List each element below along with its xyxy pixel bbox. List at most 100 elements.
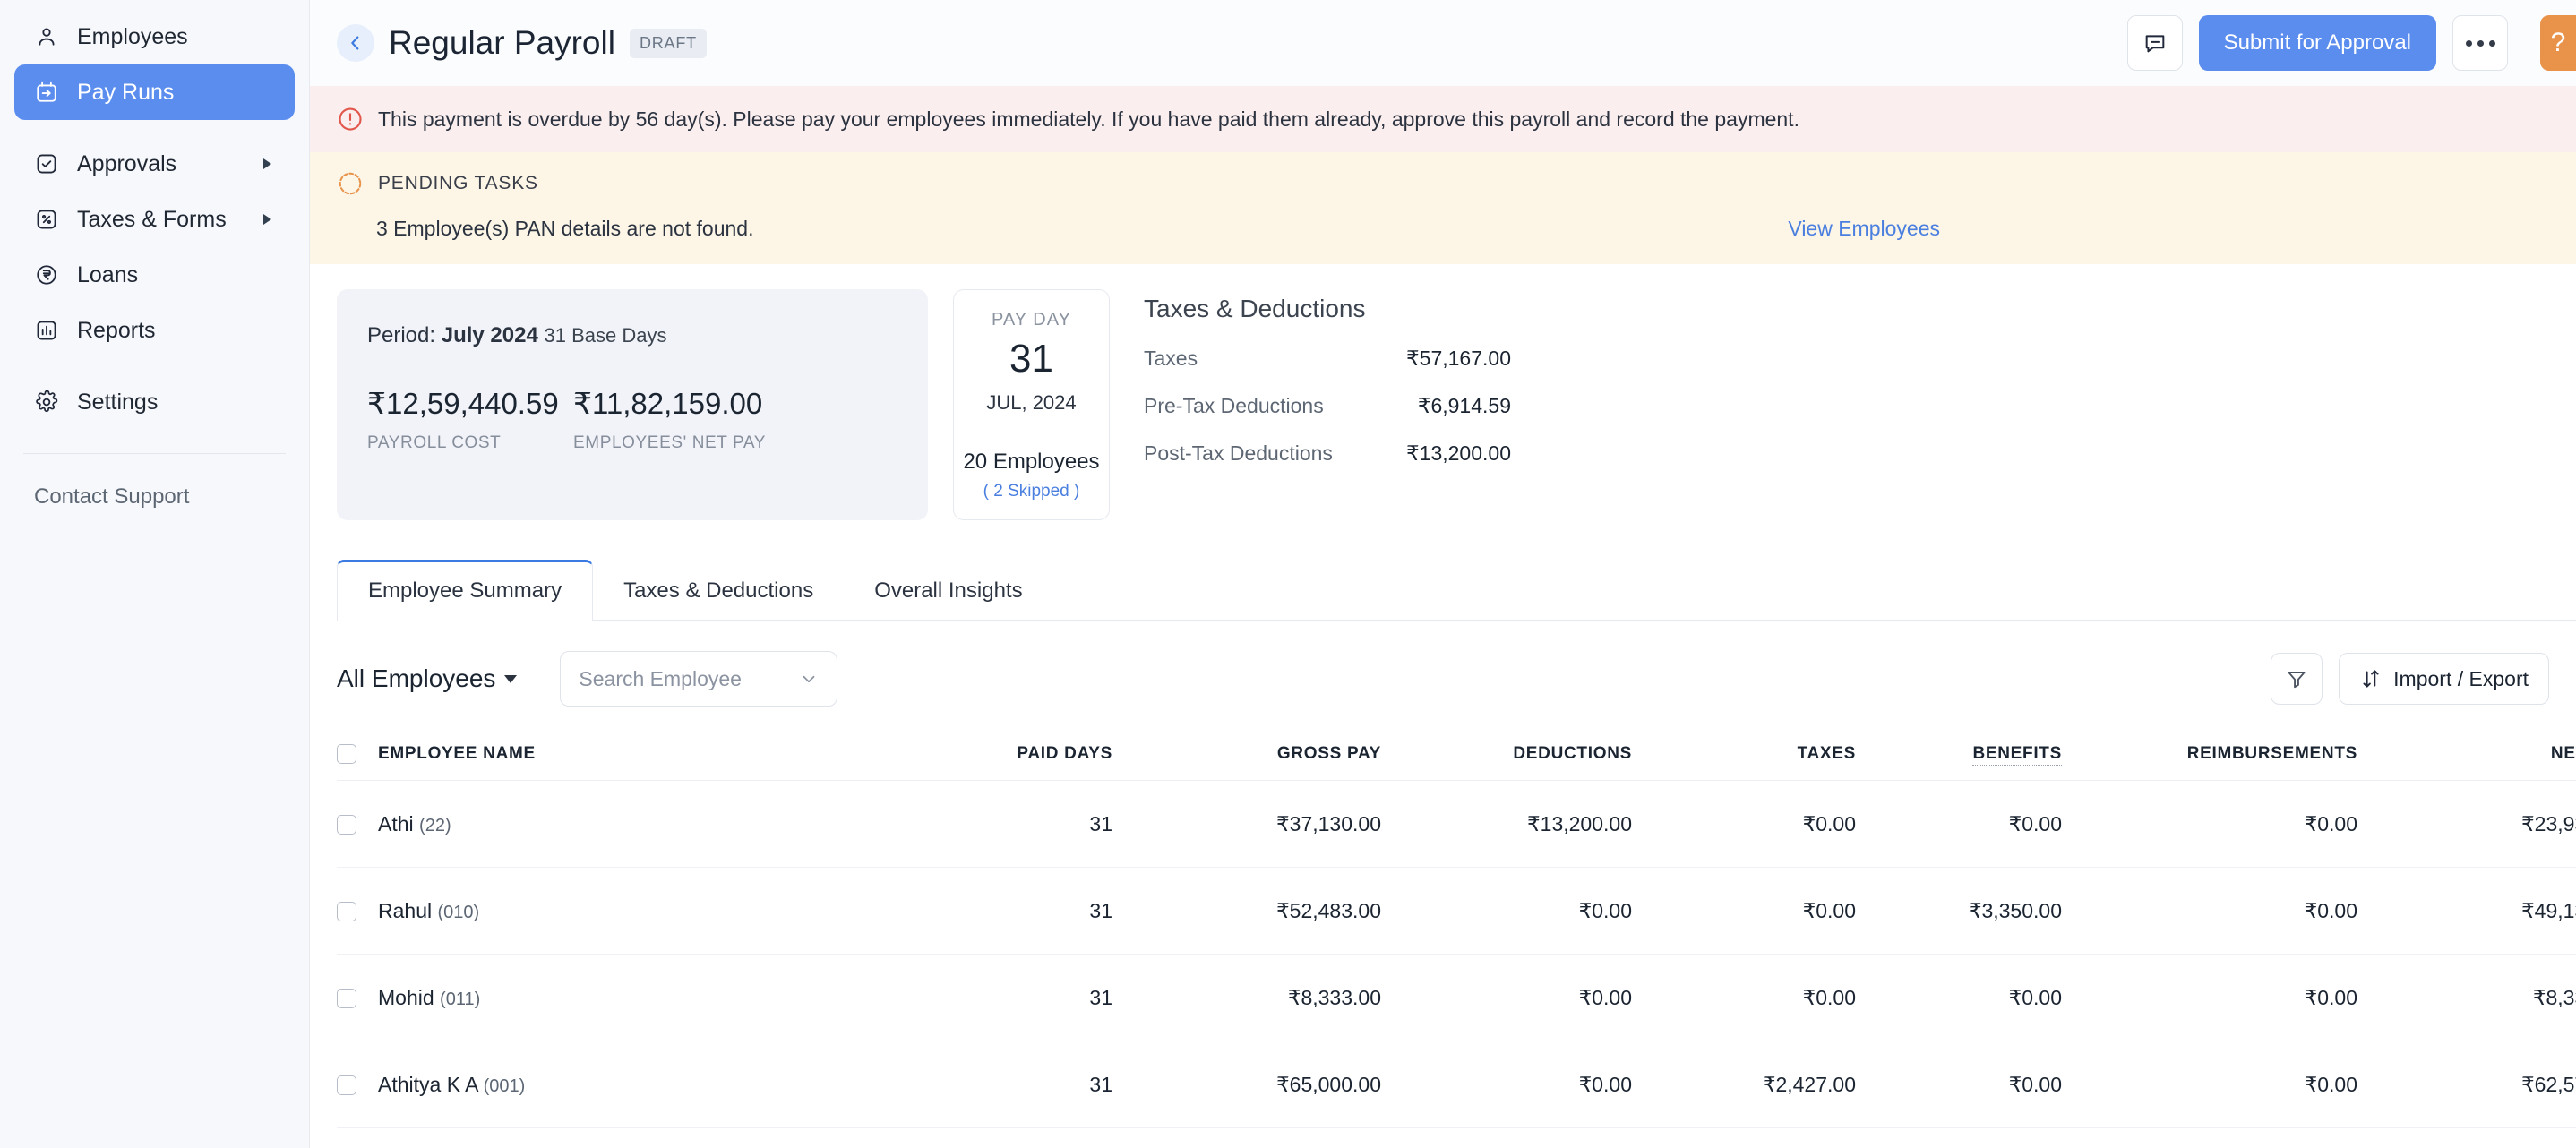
import-export-label: Import / Export bbox=[2393, 666, 2529, 690]
sidebar-item-label: Taxes & Forms bbox=[77, 206, 227, 232]
cell-reimbursements: ₹0.00 bbox=[2062, 1041, 2357, 1129]
bar-chart-icon bbox=[34, 318, 59, 343]
table-row[interactable]: Rahul (010) 31 ₹52,483.00 ₹0.00 ₹0.00 ₹3… bbox=[337, 867, 2576, 955]
select-all-checkbox[interactable] bbox=[337, 744, 356, 764]
employee-count: 20 Employees bbox=[963, 450, 1100, 474]
sidebar: Employees Pay Runs Approvals Taxes & For… bbox=[0, 0, 310, 1148]
sidebar-item-settings[interactable]: Settings bbox=[14, 374, 295, 430]
cell-benefits: ₹0.00 bbox=[1856, 1041, 2062, 1129]
contact-support-link[interactable]: Contact Support bbox=[0, 454, 309, 540]
cell-net-pay: ₹23,930.00 bbox=[2357, 780, 2576, 869]
search-employee-input[interactable]: Search Employee bbox=[560, 651, 838, 707]
employee-summary-table: EMPLOYEE NAME PAID DAYS GROSS PAY DEDUCT… bbox=[337, 733, 2576, 1129]
cell-deductions: ₹0.00 bbox=[1381, 1041, 1632, 1129]
cell-employee-name: Athitya K A (001) bbox=[378, 1041, 880, 1129]
row-checkbox-cell bbox=[337, 867, 378, 955]
all-employees-label: All Employees bbox=[337, 664, 496, 692]
more-options-button[interactable] bbox=[2452, 15, 2508, 71]
pending-tasks-title: PENDING TASKS bbox=[378, 173, 538, 193]
page-header: Regular Payroll DRAFT Submit for Approva… bbox=[310, 0, 2576, 86]
alert-circle-icon bbox=[337, 106, 364, 133]
sidebar-item-pay-runs[interactable]: Pay Runs bbox=[14, 64, 295, 120]
employee-name: Athitya K A bbox=[378, 1072, 478, 1096]
tab-taxes-deductions[interactable]: Taxes & Deductions bbox=[593, 562, 844, 620]
gear-icon bbox=[34, 390, 59, 415]
pay-day-card: PAY DAY 31 JUL, 2024 20 Employees ( 2 Sk… bbox=[953, 289, 1110, 520]
all-employees-dropdown[interactable]: All Employees bbox=[337, 664, 518, 693]
cell-paid-days: 31 bbox=[880, 867, 1112, 955]
column-benefits-label: BENEFITS bbox=[1972, 744, 2062, 766]
pending-task-text: 3 Employee(s) PAN details are not found. bbox=[376, 217, 754, 240]
sidebar-item-approvals[interactable]: Approvals bbox=[14, 136, 295, 192]
select-all-header bbox=[337, 733, 378, 782]
submit-for-approval-button[interactable]: Submit for Approval bbox=[2198, 15, 2436, 71]
chevron-down-icon bbox=[803, 675, 815, 683]
chevron-right-icon bbox=[263, 214, 271, 225]
row-checkbox[interactable] bbox=[337, 1075, 356, 1096]
sidebar-item-label: Pay Runs bbox=[77, 79, 175, 105]
employee-name: Athi bbox=[378, 811, 414, 835]
column-net-pay[interactable]: NET PAY bbox=[2357, 733, 2576, 782]
table-body: Athi (22) 31 ₹37,130.00 ₹13,200.00 ₹0.00… bbox=[337, 780, 2576, 1129]
table-row[interactable]: Mohid (011) 31 ₹8,333.00 ₹0.00 ₹0.00 ₹0.… bbox=[337, 954, 2576, 1042]
row-checkbox[interactable] bbox=[337, 989, 356, 1009]
back-button[interactable] bbox=[337, 24, 374, 62]
cell-taxes: ₹0.00 bbox=[1632, 780, 1856, 869]
period-value: July 2024 bbox=[441, 323, 538, 347]
cell-gross-pay: ₹52,483.00 bbox=[1112, 867, 1381, 955]
cell-deductions: ₹13,200.00 bbox=[1381, 780, 1632, 869]
table-header-row: EMPLOYEE NAME PAID DAYS GROSS PAY DEDUCT… bbox=[337, 733, 2576, 782]
tab-employee-summary[interactable]: Employee Summary bbox=[337, 560, 594, 621]
user-icon bbox=[34, 24, 59, 49]
column-benefits[interactable]: BENEFITS bbox=[1856, 733, 2062, 782]
sidebar-item-reports[interactable]: Reports bbox=[14, 303, 295, 358]
taxes-panel-title: Taxes & Deductions bbox=[1144, 295, 1366, 322]
pre-tax-row-value: ₹6,914.59 bbox=[1417, 394, 1511, 417]
employee-summary-table-wrap: EMPLOYEE NAME PAID DAYS GROSS PAY DEDUCT… bbox=[310, 733, 2576, 1129]
column-taxes[interactable]: TAXES bbox=[1632, 733, 1856, 782]
column-deductions[interactable]: DEDUCTIONS bbox=[1381, 733, 1632, 782]
payroll-cost-block: ₹12,59,440.59 PAYROLL COST bbox=[367, 386, 573, 453]
employee-name: Mohid bbox=[378, 985, 434, 1009]
app-root: Employees Pay Runs Approvals Taxes & For… bbox=[0, 0, 2576, 1148]
cell-deductions: ₹0.00 bbox=[1381, 867, 1632, 955]
column-paid-days[interactable]: PAID DAYS bbox=[880, 733, 1112, 782]
cell-benefits: ₹0.00 bbox=[1856, 954, 2062, 1042]
base-days: 31 Base Days bbox=[544, 324, 667, 347]
taxes-row: Taxes ₹57,167.00 bbox=[1144, 347, 1511, 371]
sidebar-item-loans[interactable]: Loans bbox=[14, 247, 295, 303]
row-checkbox[interactable] bbox=[337, 902, 356, 922]
view-employees-link[interactable]: View Employees bbox=[1788, 217, 1940, 241]
column-employee-name[interactable]: EMPLOYEE NAME bbox=[378, 733, 880, 782]
row-checkbox[interactable] bbox=[337, 815, 356, 835]
import-export-button[interactable]: Import / Export bbox=[2339, 653, 2549, 705]
sidebar-item-taxes-forms[interactable]: Taxes & Forms bbox=[14, 192, 295, 247]
summary-section: Period: July 2024 31 Base Days ₹12,59,44… bbox=[310, 264, 2576, 520]
column-reimbursements[interactable]: REIMBURSEMENTS bbox=[2062, 733, 2357, 782]
sidebar-item-label: Reports bbox=[77, 317, 156, 343]
help-button[interactable]: ? bbox=[2540, 15, 2576, 71]
table-row[interactable]: Athi (22) 31 ₹37,130.00 ₹13,200.00 ₹0.00… bbox=[337, 780, 2576, 869]
column-gross-pay[interactable]: GROSS PAY bbox=[1112, 733, 1381, 782]
payroll-cost-label: PAYROLL COST bbox=[367, 433, 502, 452]
sidebar-item-employees[interactable]: Employees bbox=[14, 9, 295, 64]
filter-button[interactable] bbox=[2271, 653, 2323, 705]
cell-net-pay: ₹8,333.00 bbox=[2357, 954, 2576, 1042]
row-checkbox-cell bbox=[337, 1041, 378, 1129]
taxes-row-value: ₹57,167.00 bbox=[1406, 347, 1511, 370]
tab-overall-insights[interactable]: Overall Insights bbox=[844, 562, 1052, 620]
taxes-deductions-panel: Taxes & Deductions Taxes ₹57,167.00 Pre-… bbox=[1144, 289, 1511, 520]
row-checkbox-cell bbox=[337, 780, 378, 869]
pending-task-row: 3 Employee(s) PAN details are not found.… bbox=[337, 217, 2549, 241]
chevron-left-icon bbox=[351, 36, 359, 50]
cell-paid-days: 31 bbox=[880, 954, 1112, 1042]
percent-square-icon bbox=[34, 207, 59, 232]
table-row[interactable]: Athitya K A (001) 31 ₹65,000.00 ₹0.00 ₹2… bbox=[337, 1041, 2576, 1129]
skipped-count-link[interactable]: ( 2 Skipped ) bbox=[954, 482, 1109, 501]
cell-reimbursements: ₹0.00 bbox=[2062, 867, 2357, 955]
cell-paid-days: 31 bbox=[880, 1041, 1112, 1129]
employee-id: (010) bbox=[437, 902, 480, 922]
net-pay-block: ₹11,82,159.00 EMPLOYEES' NET PAY bbox=[573, 386, 765, 453]
comment-button[interactable] bbox=[2126, 15, 2183, 71]
comment-icon bbox=[2145, 35, 2164, 53]
